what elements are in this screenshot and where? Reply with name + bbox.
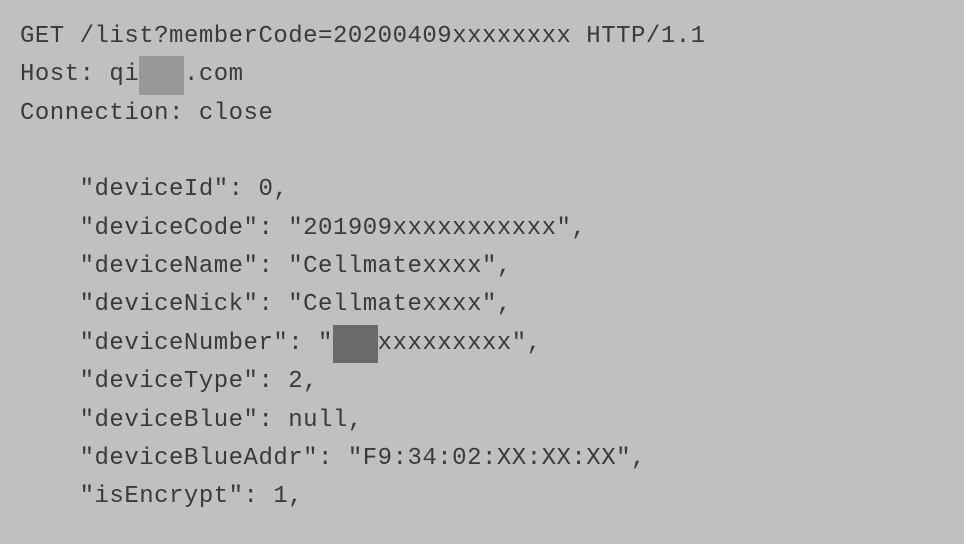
device-blue-line: "deviceBlue": null,: [20, 402, 944, 440]
device-blue-addr-line: "deviceBlueAddr": "F9:34:02:XX:XX:XX",: [20, 440, 944, 478]
device-blue-addr-value: "F9:34:02:XX:XX:XX",: [348, 445, 646, 472]
device-name-key: "deviceName":: [80, 253, 289, 280]
member-code: 20200409xxxxxxxx: [333, 23, 571, 50]
host-label: Host:: [20, 61, 109, 88]
host-prefix: qi: [109, 61, 139, 88]
device-type-key: "deviceType":: [80, 368, 289, 395]
host-header-line: Host: qi .com: [20, 56, 944, 94]
redacted-host: [139, 56, 184, 94]
is-encrypt-line: "isEncrypt": 1,: [20, 478, 944, 516]
connection-header-line: Connection: close: [20, 95, 944, 133]
is-encrypt-value: 1,: [273, 483, 303, 510]
connection-value: close: [199, 100, 274, 127]
device-nick-value: "Cellmatexxxx",: [288, 291, 512, 318]
device-number-suffix: xxxxxxxxx",: [378, 330, 542, 357]
host-suffix: .com: [184, 61, 244, 88]
http-version: HTTP/1.1: [571, 23, 705, 50]
device-id-value: 0,: [258, 176, 288, 203]
device-name-value: "Cellmatexxxx",: [288, 253, 512, 280]
device-number-key: "deviceNumber":: [80, 330, 318, 357]
device-nick-line: "deviceNick": "Cellmatexxxx",: [20, 286, 944, 324]
request-line: GET /list?memberCode=20200409xxxxxxxx HT…: [20, 18, 944, 56]
device-type-line: "deviceType": 2,: [20, 363, 944, 401]
device-id-key: "deviceId":: [80, 176, 259, 203]
device-blue-key: "deviceBlue":: [80, 407, 289, 434]
device-name-line: "deviceName": "Cellmatexxxx",: [20, 248, 944, 286]
device-number-line: "deviceNumber": " xxxxxxxxx",: [20, 325, 944, 363]
device-type-value: 2,: [288, 368, 318, 395]
connection-label: Connection:: [20, 100, 199, 127]
device-blue-value: null,: [288, 407, 363, 434]
device-code-key: "deviceCode":: [80, 215, 289, 242]
device-code-line: "deviceCode": "201909xxxxxxxxxxx",: [20, 210, 944, 248]
http-method: GET: [20, 23, 65, 50]
device-blue-addr-key: "deviceBlueAddr":: [80, 445, 348, 472]
is-encrypt-key: "isEncrypt":: [80, 483, 274, 510]
device-number-prefix: ": [318, 330, 333, 357]
device-id-line: "deviceId": 0,: [20, 171, 944, 209]
blank-separator: [20, 133, 944, 171]
redacted-device-number: [333, 325, 378, 363]
request-path: /list?memberCode=: [65, 23, 333, 50]
device-nick-key: "deviceNick":: [80, 291, 289, 318]
device-code-value: "201909xxxxxxxxxxx",: [288, 215, 586, 242]
